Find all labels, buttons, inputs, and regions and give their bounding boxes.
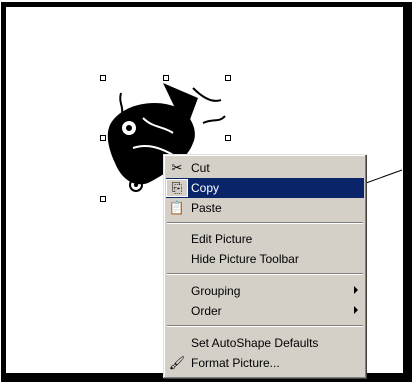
menu-item-label: Order xyxy=(191,304,222,318)
menu-item-grouping[interactable]: Grouping xyxy=(166,281,364,301)
submenu-arrow-icon xyxy=(354,306,358,314)
menu-item-label: Edit Picture xyxy=(191,232,253,246)
menu-item-paste[interactable]: 📋 Paste xyxy=(166,198,364,218)
context-menu: ✂ Cut ⎘ Copy 📋 Paste Edit Picture Hide P… xyxy=(163,154,366,378)
paste-icon: 📋 xyxy=(168,200,186,215)
menu-item-order[interactable]: Order xyxy=(166,301,364,321)
menu-item-cut[interactable]: ✂ Cut xyxy=(166,158,364,178)
menu-item-copy[interactable]: ⎘ Copy xyxy=(166,178,364,198)
menu-item-format-picture[interactable]: 🖌 Format Picture... xyxy=(166,353,364,373)
copy-icon: ⎘ xyxy=(166,179,188,197)
menu-item-label: Grouping xyxy=(191,284,241,298)
menu-item-label: Cut xyxy=(191,161,210,175)
menu-item-label: Format Picture... xyxy=(191,356,280,370)
menu-item-set-autoshape-defaults[interactable]: Set AutoShape Defaults xyxy=(166,333,364,353)
format-picture-icon: 🖌 xyxy=(168,355,186,370)
menu-item-hide-picture-toolbar[interactable]: Hide Picture Toolbar xyxy=(166,249,364,269)
scissors-icon: ✂ xyxy=(171,160,183,175)
menu-separator xyxy=(167,222,363,224)
menu-item-label: Paste xyxy=(191,201,222,215)
menu-separator xyxy=(167,273,363,275)
menu-item-label: Set AutoShape Defaults xyxy=(191,336,319,350)
menu-item-label: Copy xyxy=(191,181,220,195)
submenu-arrow-icon xyxy=(354,286,358,294)
menu-item-edit-picture[interactable]: Edit Picture xyxy=(166,229,364,249)
menu-separator xyxy=(167,325,363,327)
menu-item-label: Hide Picture Toolbar xyxy=(191,252,299,266)
